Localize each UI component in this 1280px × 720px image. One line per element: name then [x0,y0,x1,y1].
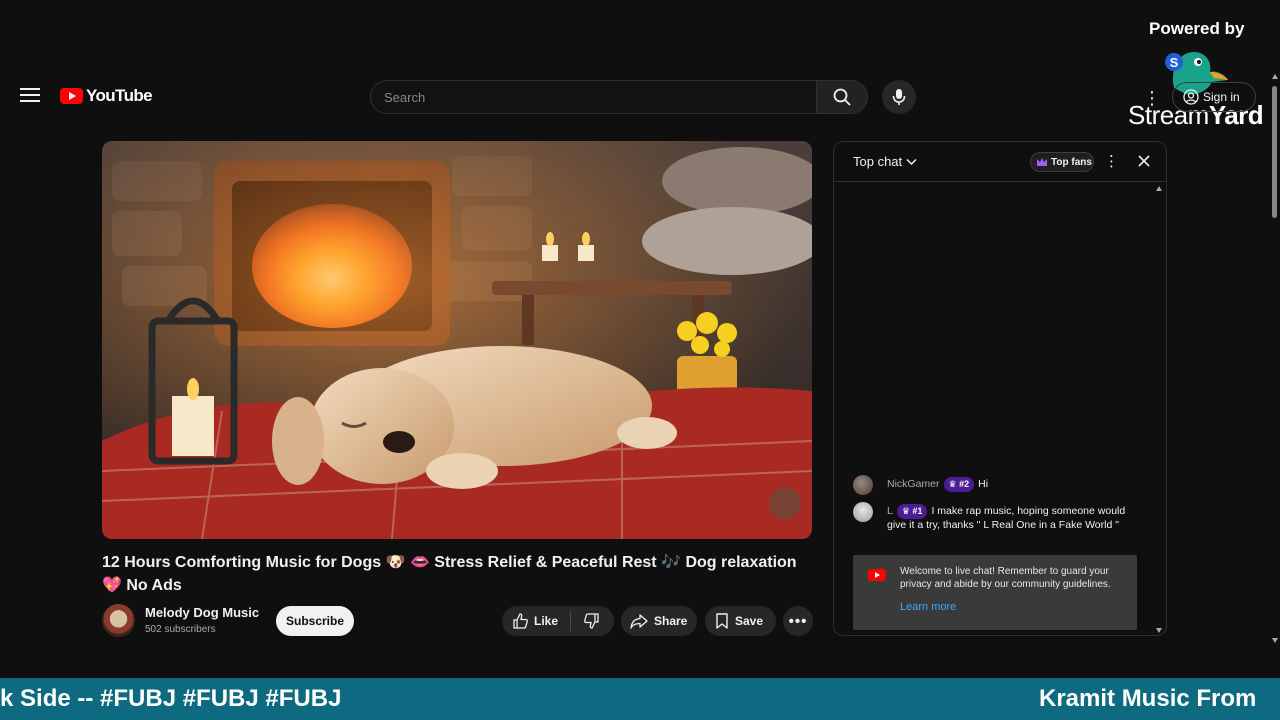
more-horizontal-icon: ••• [788,612,808,630]
like-dislike-group: Like [502,606,614,636]
search-icon [833,88,851,106]
live-chat-welcome-banner: Welcome to live chat! Remember to guard … [853,555,1137,630]
fan-rank-badge: ♛ #2 [943,477,975,492]
page-scrollbar[interactable] [1270,72,1280,650]
search-input[interactable] [370,80,816,114]
like-button[interactable]: Like [502,606,570,636]
streamyard-badge-letter: S [1170,55,1179,70]
fan-rank: #2 [959,479,970,489]
youtube-play-icon [60,88,83,104]
chat-text: Hi [978,478,989,490]
bookmark-icon [716,613,728,629]
chat-header: Top chat Top fans ⋮ [834,142,1166,182]
subscribe-button[interactable]: Subscribe [276,606,354,636]
like-label: Like [534,614,559,628]
candle-right [578,245,594,261]
save-label: Save [735,614,764,628]
ticker-text-left: k Side -- #FUBJ #FUBJ #FUBJ [0,685,342,712]
channel-watermark [769,487,801,519]
top-fans-label: Top fans [1051,156,1092,168]
scrollbar-thumb[interactable] [1272,86,1277,218]
chat-mode-dropdown[interactable]: Top chat [853,154,917,169]
video-title: 12 Hours Comforting Music for Dogs 🐶 👄 S… [102,554,797,594]
crown-icon [1037,158,1047,166]
chat-more-icon[interactable]: ⋮ [1104,152,1119,170]
masthead: YouTube ⋮ Sign in [0,72,1270,124]
share-arrow-icon [630,614,648,629]
fan-rank: #1 [912,506,923,516]
page: Powered by S StreamYard YouTube ⋮ Sign i… [0,0,1280,720]
chat-message-body: L ♛ #1 I make rap music, hoping someone wo… [887,504,1143,532]
settings-more-icon[interactable]: ⋮ [1143,88,1161,108]
chat-scroll-down-arrow[interactable] [1156,628,1162,633]
chat-message-body: NickGamer ♛ #2 Hi [887,477,1143,492]
voice-search-button[interactable] [882,80,916,114]
fan-rank-badge: ♛ #1 [896,504,928,519]
lantern-candle [172,396,214,456]
youtube-logo[interactable]: YouTube [60,86,153,106]
thumbs-down-icon [584,613,599,629]
chat-author: NickGamer [887,478,940,490]
chat-author: L [887,505,893,517]
close-icon[interactable] [1136,153,1152,169]
chat-message: L ♛ #1 I make rap music, hoping someone wo… [853,502,1143,548]
chat-mode-label: Top chat [853,154,903,169]
save-button[interactable]: Save [705,606,776,636]
powered-by-label: Powered by [1149,19,1245,38]
menu-icon[interactable] [20,88,40,104]
puppy-ear [272,397,324,485]
puppy-nose [383,431,415,453]
dislike-button[interactable] [571,606,613,636]
chat-avatar [853,475,873,495]
candle-left [542,245,558,261]
account-icon [1183,89,1199,105]
chat-message: NickGamer ♛ #2 Hi [853,475,1143,495]
channel-avatar[interactable] [102,604,135,637]
live-chat-panel: Top chat Top fans ⋮ NickGamer ♛ #2 Hi L ♛ #… [833,141,1167,636]
welcome-text: Welcome to live chat! Remember to guard … [900,566,1111,590]
chat-avatar [853,502,873,522]
scroll-down-arrow[interactable] [1272,638,1278,643]
more-actions-button[interactable]: ••• [783,606,813,636]
puppy-paw [426,453,498,489]
share-button[interactable]: Share [621,606,697,636]
share-label: Share [654,614,688,628]
top-fans-button[interactable]: Top fans [1030,152,1094,172]
subscriber-count: 502 subscribers [145,624,216,635]
scroll-up-arrow[interactable] [1272,74,1278,79]
learn-more-link[interactable]: Learn more [900,601,956,613]
search-button[interactable] [816,80,868,114]
microphone-icon [892,89,906,105]
channel-name[interactable]: Melody Dog Music [145,605,259,620]
chat-scroll-up-arrow[interactable] [1156,186,1162,191]
sign-in-button[interactable]: Sign in [1172,82,1256,112]
youtube-logo-text: YouTube [86,86,153,105]
ticker-text-right: Kramit Music From [1039,685,1257,712]
search-box [370,80,870,114]
chevron-down-icon [906,158,917,165]
sign-in-label: Sign in [1203,90,1240,104]
video-player[interactable] [102,141,812,539]
scrolling-ticker: k Side -- #FUBJ #FUBJ #FUBJ Kramit Music… [0,678,1280,720]
side-table [492,281,732,295]
youtube-play-icon [868,569,886,581]
thumbs-up-icon [513,613,528,629]
